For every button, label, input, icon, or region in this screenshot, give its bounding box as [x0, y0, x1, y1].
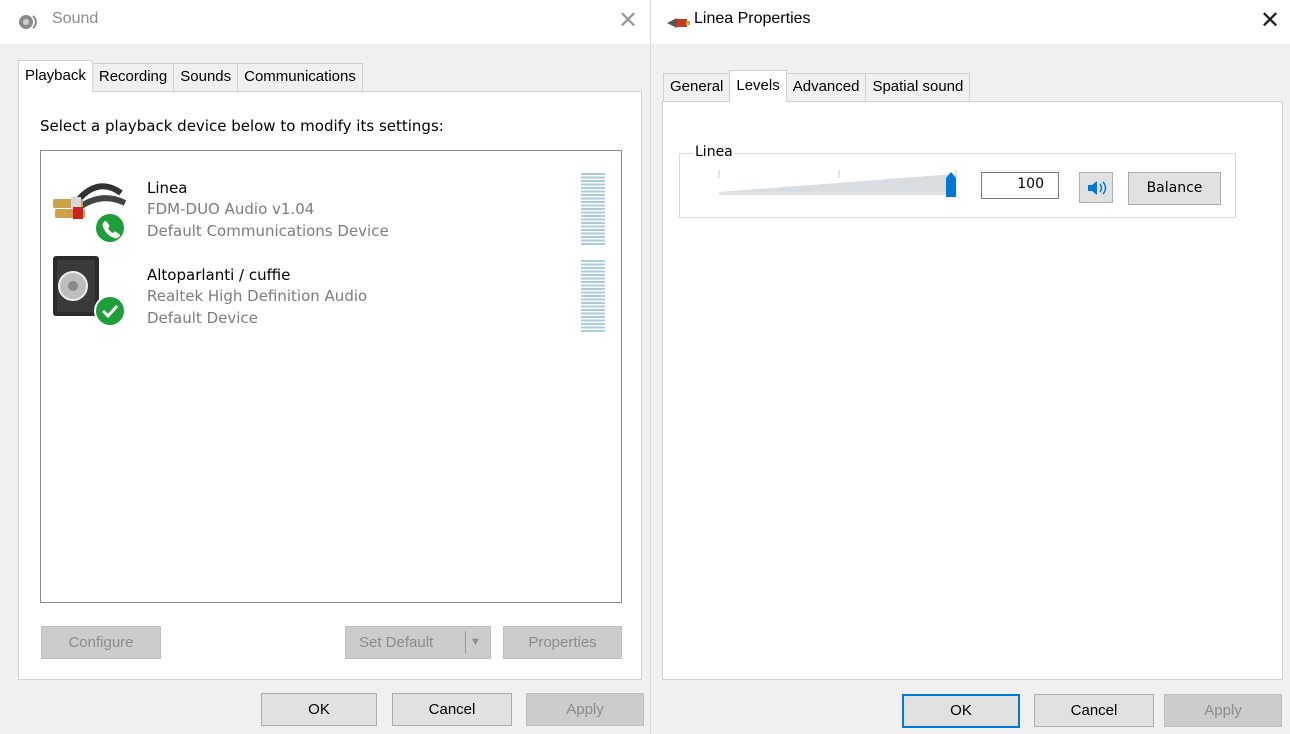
sound-title-bar: Sound ✕: [0, 0, 650, 44]
level-meter: [581, 260, 605, 332]
check-badge-icon: [93, 294, 127, 332]
device-status: Default Communications Device: [147, 222, 389, 240]
device-driver: FDM-DUO Audio v1.04: [147, 200, 315, 218]
properties-ok-button[interactable]: OK: [902, 694, 1020, 728]
tab-sounds[interactable]: Sounds: [173, 63, 239, 91]
split-divider: [465, 631, 466, 654]
mute-toggle-button[interactable]: [1079, 172, 1113, 203]
volume-slider[interactable]: [717, 168, 957, 198]
tab-communications[interactable]: Communications: [237, 63, 363, 91]
properties-close-icon[interactable]: ✕: [1260, 6, 1280, 34]
device-status: Default Device: [147, 309, 258, 327]
balance-button[interactable]: Balance: [1128, 172, 1221, 205]
list-item-linea[interactable]: Linea FDM-DUO Audio v1.04 Default Commun…: [41, 161, 621, 247]
tab-spatial-sound[interactable]: Spatial sound: [865, 73, 971, 101]
rca-plug-app-icon: [665, 16, 691, 34]
list-item-altoparlanti[interactable]: Altoparlanti / cuffie Realtek High Defin…: [41, 248, 621, 334]
sound-window-title: Sound: [52, 10, 99, 27]
tab-playback[interactable]: Playback: [18, 60, 93, 92]
sound-window: Sound ✕ Playback Recording Sounds Commun…: [0, 0, 650, 734]
sound-app-icon: [18, 12, 40, 36]
sound-cancel-button[interactable]: Cancel: [392, 693, 512, 726]
slider-volume-wedge: [719, 174, 955, 192]
properties-button[interactable]: Properties: [503, 626, 622, 659]
device-name: Altoparlanti / cuffie: [147, 266, 291, 284]
set-default-label: Set Default: [359, 634, 434, 651]
properties-tab-strip: General Levels Advanced Spatial sound: [663, 70, 971, 102]
properties-window-title: Linea Properties: [694, 10, 811, 27]
properties-apply-button[interactable]: Apply: [1164, 694, 1282, 727]
sound-ok-button[interactable]: OK: [261, 693, 377, 726]
volume-slider-graphic: [718, 170, 957, 197]
device-driver: Realtek High Definition Audio: [147, 287, 368, 305]
tab-levels[interactable]: Levels: [729, 70, 787, 102]
configure-button[interactable]: Configure: [41, 626, 161, 659]
level-meter: [581, 173, 605, 245]
sound-close-icon[interactable]: ✕: [618, 6, 638, 34]
chevron-down-icon[interactable]: ▼: [470, 627, 481, 658]
device-name: Linea: [147, 179, 188, 197]
device-list: Linea FDM-DUO Audio v1.04 Default Commun…: [40, 150, 622, 603]
set-default-button[interactable]: Set Default ▼: [345, 626, 491, 659]
properties-cancel-button[interactable]: Cancel: [1034, 694, 1154, 727]
sound-tab-strip: Playback Recording Sounds Communications: [18, 60, 363, 92]
tab-advanced[interactable]: Advanced: [785, 73, 867, 101]
sound-apply-button[interactable]: Apply: [526, 693, 644, 726]
level-group-label: Linea: [693, 144, 735, 160]
tab-recording[interactable]: Recording: [91, 63, 175, 91]
linea-properties-window: Linea Properties ✕ General Levels Advanc…: [650, 0, 1290, 734]
speaker-volume-icon: [1085, 179, 1107, 196]
properties-title-bar: Linea Properties ✕: [651, 0, 1290, 44]
playback-instruction: Select a playback device below to modify…: [40, 117, 444, 135]
phone-badge-icon: [93, 211, 127, 249]
volume-value-field[interactable]: 100: [981, 172, 1059, 199]
tab-general[interactable]: General: [663, 73, 731, 101]
